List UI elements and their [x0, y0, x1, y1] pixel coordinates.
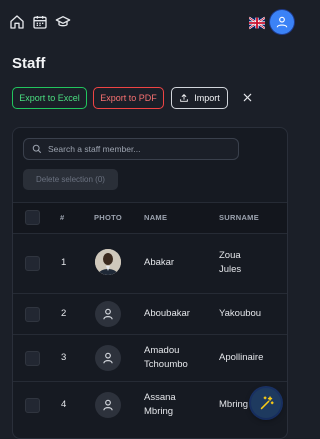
import-label: Import — [194, 93, 220, 103]
magic-wand-icon — [260, 395, 274, 409]
search-icon — [32, 144, 42, 154]
column-header-name: NAME — [144, 213, 168, 222]
home-icon[interactable] — [8, 13, 26, 31]
table-row[interactable]: 4 Assana Mbring Mbring — [13, 382, 287, 428]
magic-wand-button[interactable] — [251, 388, 281, 418]
export-pdf-button[interactable]: Export to PDF — [93, 87, 164, 109]
upload-icon — [180, 94, 189, 102]
row-number: 3 — [61, 352, 67, 363]
select-all-checkbox[interactable] — [25, 210, 40, 225]
staff-name: Aboubakar — [144, 308, 190, 319]
person-placeholder-icon — [95, 301, 121, 327]
table-header: # PHOTO NAME SURNAME — [13, 202, 287, 234]
staff-name: Assana Mbring — [144, 391, 176, 419]
search-placeholder: Search a staff member... — [48, 144, 141, 154]
export-excel-button[interactable]: Export to Excel — [12, 87, 87, 109]
calendar-icon[interactable] — [31, 13, 49, 31]
person-placeholder-icon — [95, 345, 121, 371]
staff-name-line2: Tchoumbo — [144, 359, 188, 370]
staff-name-line1: Assana — [144, 392, 176, 403]
row-checkbox[interactable] — [25, 307, 40, 322]
table-row[interactable]: 1 Abakar Zoua Jules — [13, 233, 287, 294]
staff-table-card: Search a staff member... Delete selectio… — [12, 127, 288, 439]
row-number: 2 — [61, 308, 67, 319]
staff-name-line1: Amadou — [144, 345, 180, 356]
import-button[interactable]: Import — [171, 87, 228, 109]
person-photo — [95, 249, 121, 275]
column-header-surname: SURNAME — [219, 213, 260, 222]
row-checkbox[interactable] — [25, 256, 40, 271]
staff-surname-line1: Zoua — [219, 250, 241, 261]
row-checkbox[interactable] — [25, 398, 40, 413]
top-bar — [0, 0, 300, 44]
staff-surname: Apollinaire — [219, 352, 264, 363]
staff-name: Abakar — [144, 257, 175, 268]
delete-selection-button[interactable]: Delete selection (0) — [23, 169, 118, 190]
user-icon — [276, 16, 288, 28]
row-number: 1 — [61, 257, 67, 268]
table-row[interactable]: 2 Aboubakar Yakoubou — [13, 294, 287, 335]
column-header-number: # — [60, 213, 65, 222]
row-number: 4 — [61, 399, 67, 410]
user-menu-button[interactable] — [270, 10, 294, 34]
staff-surname: Mbring — [219, 399, 249, 410]
staff-name-line2: Mbring — [144, 406, 174, 417]
graduation-cap-icon[interactable] — [54, 13, 72, 31]
page-title: Staff — [12, 55, 46, 72]
table-row[interactable]: 3 Amadou Tchoumbo Apollinaire — [13, 335, 287, 382]
staff-name: Amadou Tchoumbo — [144, 344, 188, 372]
person-placeholder-icon — [95, 392, 121, 418]
uk-flag-icon[interactable] — [249, 15, 265, 31]
staff-surname: Yakoubou — [219, 308, 262, 319]
staff-surname: Zoua Jules — [219, 249, 241, 277]
staff-surname-line2: Jules — [219, 264, 242, 275]
column-header-photo: PHOTO — [94, 213, 123, 222]
search-input[interactable]: Search a staff member... — [23, 138, 239, 160]
row-checkbox[interactable] — [25, 351, 40, 366]
close-icon[interactable] — [239, 89, 255, 105]
